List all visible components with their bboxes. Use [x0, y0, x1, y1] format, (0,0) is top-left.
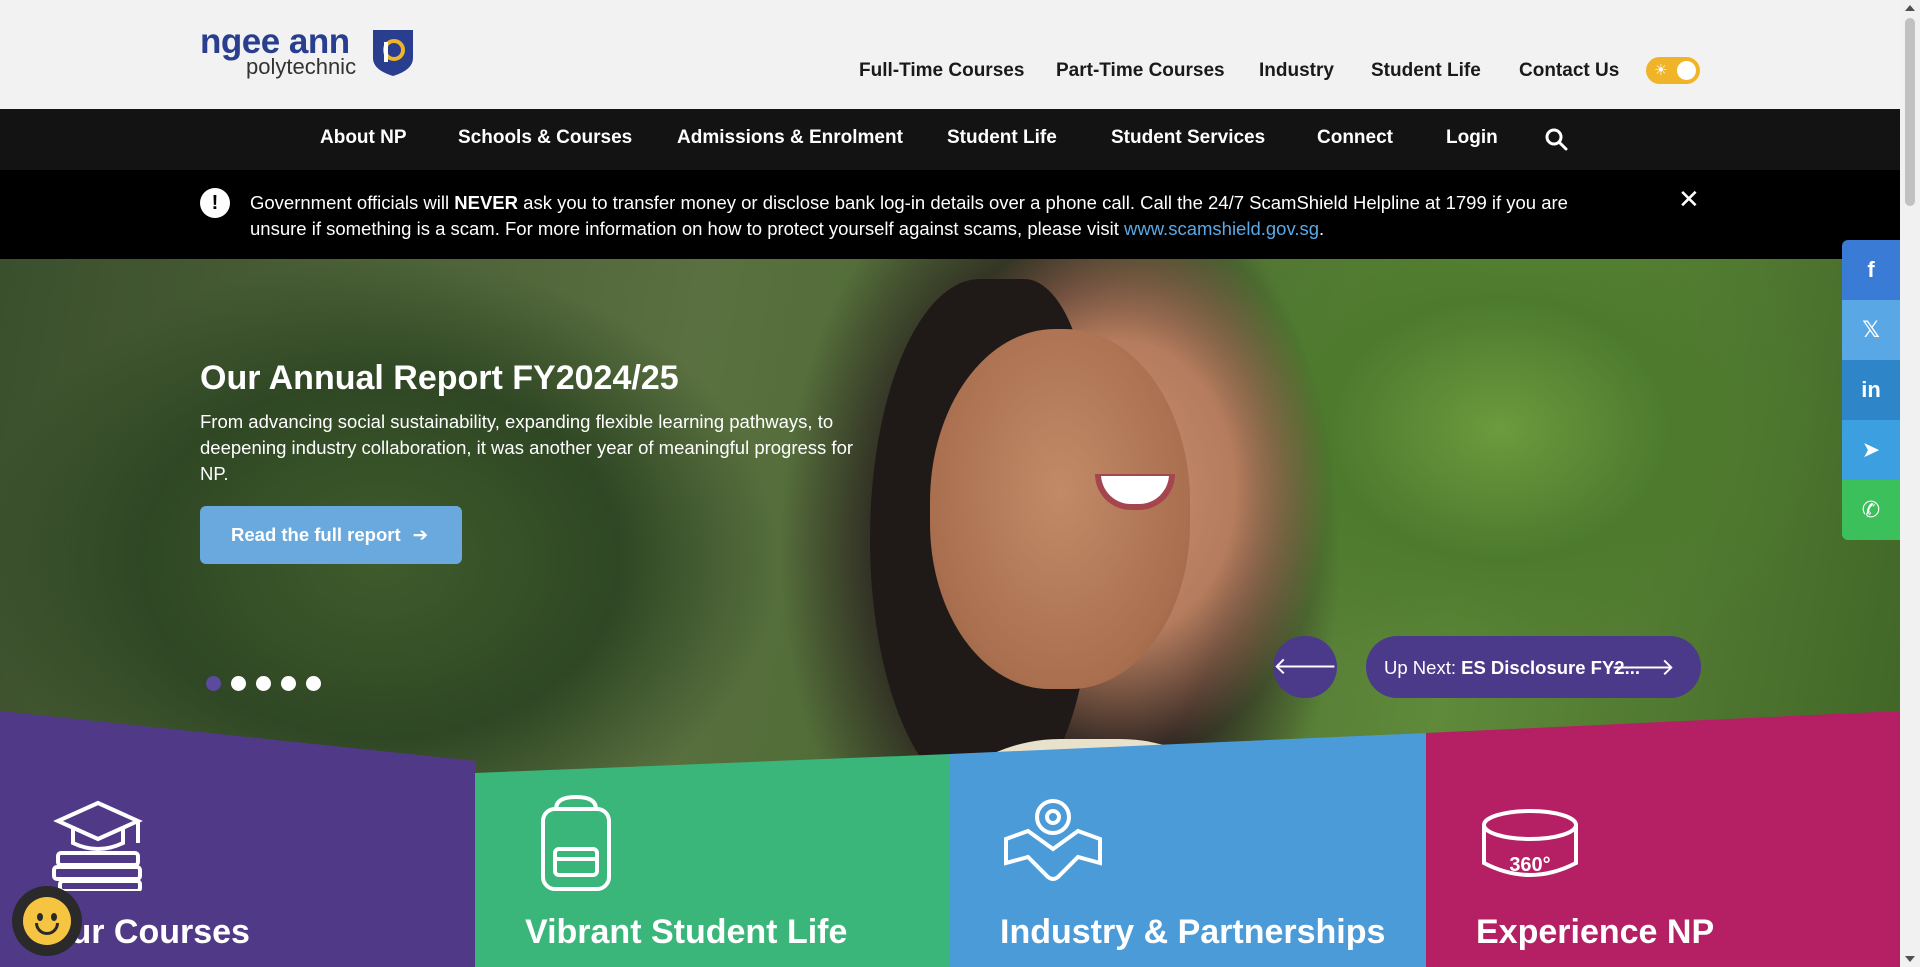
sun-icon: ☀	[1654, 62, 1668, 79]
carousel-dot-1[interactable]	[206, 676, 221, 691]
top-link-industry[interactable]: Industry	[1259, 60, 1334, 82]
carousel-dots	[206, 676, 331, 691]
search-icon[interactable]	[1543, 126, 1569, 152]
close-icon[interactable]: ✕	[1678, 186, 1700, 212]
graduation-books-icon	[52, 800, 143, 891]
nav-about-np[interactable]: About NP	[320, 127, 407, 149]
linkedin-icon[interactable]: in	[1842, 360, 1900, 420]
smiley-eye-left	[37, 913, 43, 921]
smiley-icon	[23, 897, 71, 945]
carousel-dot-5[interactable]	[306, 676, 321, 691]
alert-text-bold: NEVER	[454, 192, 519, 213]
site-header: ngee ann polytechnic Full-Time Courses P…	[0, 0, 1900, 109]
toggle-knob	[1677, 61, 1696, 80]
main-nav: About NP Schools & Courses Admissions & …	[0, 109, 1900, 170]
carousel-next-button[interactable]: Up Next: ES Disclosure FY2... 🡒	[1366, 636, 1701, 698]
exclamation-icon: !	[200, 188, 230, 218]
carousel-dot-2[interactable]	[231, 676, 246, 691]
smiley-eye-right	[51, 913, 57, 921]
scamshield-link[interactable]: www.scamshield.gov.sg	[1124, 218, 1319, 239]
svg-text:360°: 360°	[1509, 854, 1550, 876]
carousel-dot-4[interactable]	[281, 676, 296, 691]
top-link-full-time-courses[interactable]: Full-Time Courses	[859, 60, 1024, 82]
whatsapp-icon[interactable]: ✆	[1842, 480, 1900, 540]
top-link-part-time-courses[interactable]: Part-Time Courses	[1056, 60, 1225, 82]
nav-student-life[interactable]: Student Life	[947, 127, 1057, 149]
nav-schools-courses[interactable]: Schools & Courses	[458, 127, 632, 149]
telegram-icon[interactable]: ➤	[1842, 420, 1900, 480]
alert-message: Government officials will NEVER ask you …	[250, 190, 1620, 242]
hero-description: From advancing social sustainability, ex…	[200, 411, 854, 484]
arrow-right-icon: 🡒	[1610, 654, 1675, 681]
top-link-student-life[interactable]: Student Life	[1371, 60, 1481, 82]
alert-text-before: Government officials will	[250, 192, 455, 213]
read-full-report-label: Read the full report	[231, 524, 401, 545]
scroll-thumb[interactable]	[1905, 18, 1915, 206]
scroll-down-arrow[interactable]	[1905, 956, 1915, 962]
tile-experience-np[interactable]: 360° Experience NP	[1426, 711, 1900, 967]
hero-photo-face	[930, 329, 1190, 689]
tile-title-industry-partnerships: Industry & Partnerships	[1000, 913, 1386, 951]
logo-subtitle: polytechnic	[246, 54, 357, 79]
360-view-icon: 360°	[1482, 809, 1578, 877]
handshake-icon	[1004, 799, 1102, 881]
arrow-left-icon: 🡐	[1273, 653, 1338, 680]
theme-toggle[interactable]: ☀	[1646, 57, 1700, 84]
smiley-mouth	[35, 923, 59, 935]
read-full-report-button[interactable]: Read the full report ➔	[200, 506, 462, 564]
arrow-right-icon: ➔	[412, 524, 429, 545]
social-share-bar: f 𝕏 in ➤ ✆	[1842, 240, 1900, 540]
scroll-up-arrow[interactable]	[1905, 5, 1915, 11]
tile-title-experience-np: Experience NP	[1476, 913, 1715, 951]
backpack-icon	[541, 794, 611, 891]
np-shield-icon	[373, 30, 413, 76]
x-twitter-icon[interactable]: 𝕏	[1842, 300, 1900, 360]
up-next-prefix: Up Next:	[1384, 657, 1462, 678]
page-scrollbar[interactable]	[1900, 0, 1920, 967]
top-link-contact-us[interactable]: Contact Us	[1519, 60, 1619, 82]
carousel-prev-button[interactable]: 🡐	[1273, 636, 1337, 698]
nav-connect[interactable]: Connect	[1317, 127, 1393, 149]
accessibility-widget[interactable]	[12, 886, 82, 956]
alert-text-end: .	[1319, 218, 1325, 239]
hero-title: Our Annual Report FY2024/25	[200, 359, 679, 397]
nav-login[interactable]: Login	[1446, 127, 1498, 149]
nav-admissions-enrolment[interactable]: Admissions & Enrolment	[677, 127, 903, 149]
tile-title-vibrant-student-life: Vibrant Student Life	[525, 913, 848, 951]
facebook-icon[interactable]: f	[1842, 240, 1900, 300]
nav-student-services[interactable]: Student Services	[1111, 127, 1265, 149]
scam-alert-banner: ! Government officials will NEVER ask yo…	[0, 170, 1900, 259]
np-logo[interactable]: ngee ann polytechnic	[200, 22, 415, 82]
carousel-dot-3[interactable]	[256, 676, 271, 691]
